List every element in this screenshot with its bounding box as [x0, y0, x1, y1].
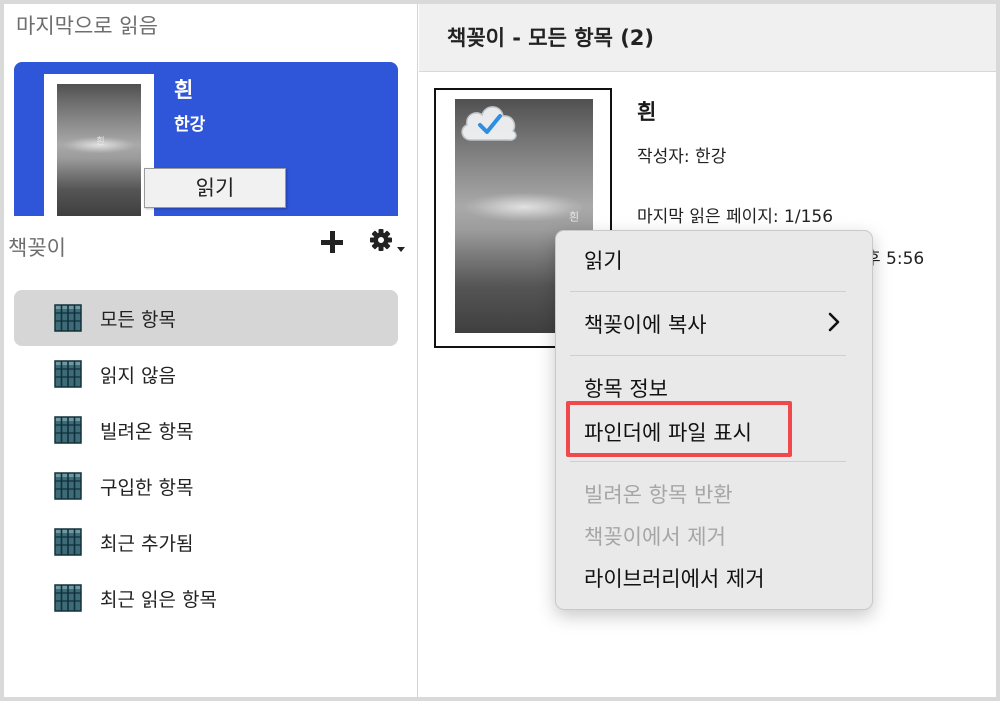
book-last-page: 마지막 읽은 페이지: 1/156: [637, 207, 834, 227]
menu-item-return-borrowed: 빌려온 항목 반환: [584, 483, 733, 507]
recent-book-card[interactable]: 흰 흰 한강 읽기: [14, 62, 398, 216]
books-icon: [54, 584, 82, 612]
menu-item-item-info[interactable]: 항목 정보: [584, 373, 668, 403]
menu-item-copy-to-shelf[interactable]: 책꽂이에 복사: [584, 309, 707, 339]
recent-book-title: 흰: [174, 78, 194, 102]
menu-separator: [570, 291, 846, 292]
books-icon: [54, 472, 82, 500]
book-author: 작성자: 한강: [637, 147, 727, 167]
read-button[interactable]: 읽기: [144, 168, 286, 208]
recent-book-cover[interactable]: 흰: [57, 84, 141, 216]
books-icon: [54, 304, 82, 332]
recent-section-title: 마지막으로 읽음: [16, 14, 158, 38]
books-icon: [54, 416, 82, 444]
sidebar-item-label: 구입한 항목: [100, 477, 194, 499]
menu-item-show-in-finder[interactable]: 파인더에 파일 표시: [584, 417, 752, 447]
book-title: 흰: [637, 100, 657, 124]
sidebar-item-label: 최근 추가됨: [100, 533, 194, 555]
chevron-right-icon: [828, 312, 840, 332]
menu-item-remove-from-shelf: 책꽂이에서 제거: [584, 525, 726, 549]
menu-separator: [570, 461, 846, 462]
cover-title-text: 흰: [94, 136, 104, 145]
sidebar-item-unread[interactable]: 읽지 않음: [14, 346, 398, 402]
menu-separator: [570, 355, 846, 356]
bookshelf-title: 책꽂이: [8, 236, 66, 260]
bookshelf-list: 모든 항목 읽지 않음 빌려온 항목 구입한 항목 최근 추가됨 최근 읽은 항…: [14, 290, 398, 626]
sidebar: 마지막으로 읽음 흰 흰 한강 읽기 책꽂이 모든 항목 읽지 않음 빌려온 항…: [4, 4, 418, 697]
menu-item-read[interactable]: 읽기: [584, 245, 623, 275]
sidebar-item-label: 모든 항목: [100, 309, 176, 331]
plus-icon[interactable]: [320, 230, 344, 254]
sidebar-item-label: 읽지 않음: [100, 365, 176, 387]
content-header: 책꽂이 - 모든 항목 (2): [419, 4, 996, 72]
bookshelf-header: 책꽂이: [4, 216, 418, 272]
menu-item-remove-from-library[interactable]: 라이브러리에서 제거: [584, 563, 765, 593]
recent-book-author: 한강: [174, 115, 206, 135]
recent-book-cover-frame[interactable]: 흰: [44, 74, 154, 216]
context-menu: 읽기 책꽂이에 복사 항목 정보 파인더에 파일 표시 빌려온 항목 반환 책꽂…: [555, 230, 873, 610]
sidebar-item-label: 최근 읽은 항목: [100, 589, 217, 611]
sidebar-item-recently-read[interactable]: 최근 읽은 항목: [14, 570, 398, 626]
book-time: 후 5:56: [865, 249, 925, 269]
cover-title-text: 흰: [567, 211, 580, 222]
sidebar-item-purchased[interactable]: 구입한 항목: [14, 458, 398, 514]
app-window: 마지막으로 읽음 흰 흰 한강 읽기 책꽂이 모든 항목 읽지 않음 빌려온 항…: [4, 4, 996, 697]
sidebar-item-label: 빌려온 항목: [100, 421, 194, 443]
page-title: 책꽂이 - 모든 항목 (2): [447, 26, 655, 50]
sidebar-item-all-items[interactable]: 모든 항목: [14, 290, 398, 346]
books-icon: [54, 360, 82, 388]
cloud-check-icon: [461, 106, 517, 141]
books-icon: [54, 528, 82, 556]
sidebar-item-recently-added[interactable]: 최근 추가됨: [14, 514, 398, 570]
sidebar-item-borrowed[interactable]: 빌려온 항목: [14, 402, 398, 458]
gear-icon[interactable]: [368, 226, 408, 256]
